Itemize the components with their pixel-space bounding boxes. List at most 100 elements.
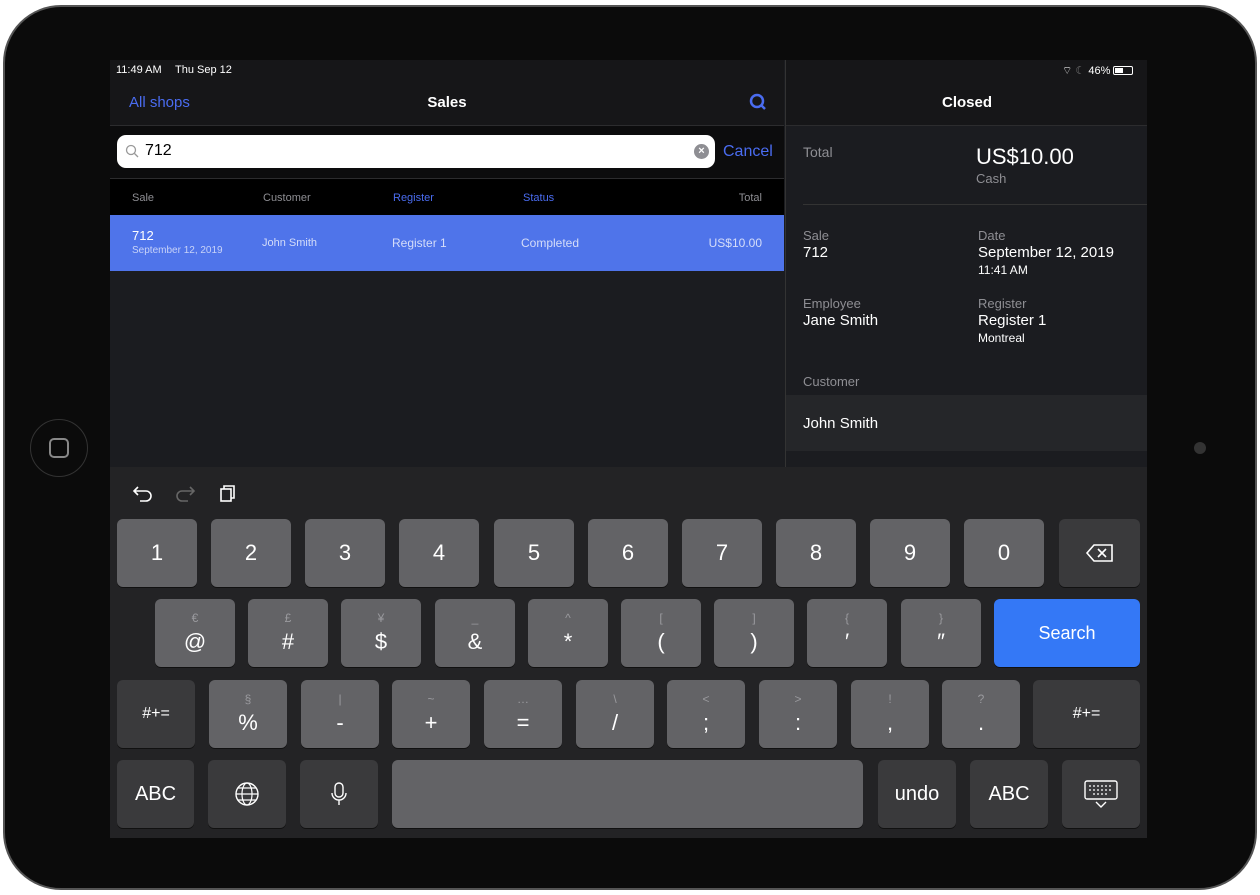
search-filter-icon[interactable] <box>749 93 767 111</box>
key-5[interactable]: 5 <box>494 519 574 587</box>
key-symbol[interactable]: <; <box>667 680 745 748</box>
dictation-key[interactable] <box>300 760 378 828</box>
col-customer[interactable]: Customer <box>263 192 311 204</box>
key-symbol[interactable]: ~ + <box>392 680 470 748</box>
key-alt-label: § <box>244 692 252 706</box>
employee-name: Jane Smith <box>803 312 879 329</box>
table-row[interactable]: 712 September 12, 2019 John Smith Regist… <box>110 215 784 271</box>
customer-name: John Smith <box>803 415 879 432</box>
symbols-key[interactable]: #+= <box>117 680 195 748</box>
key-symbol[interactable]: | - <box>301 680 379 748</box>
row-date: September 12, 2019 <box>132 245 223 256</box>
key-6[interactable]: 6 <box>588 519 668 587</box>
row-status: Completed <box>521 236 580 250</box>
microphone-icon <box>331 782 347 805</box>
key-alt-label: [ <box>659 611 663 625</box>
battery-icon <box>1113 66 1134 75</box>
home-button[interactable] <box>30 419 88 477</box>
key-label: ABC <box>988 782 1030 805</box>
key-2[interactable]: 2 <box>211 519 291 587</box>
key-label: & <box>467 629 483 654</box>
key-label: 2 <box>244 540 258 565</box>
key-symbol[interactable]: [( <box>621 599 701 667</box>
cancel-button[interactable]: Cancel <box>723 143 773 161</box>
search-value: 712 <box>145 142 172 159</box>
key-symbol[interactable]: _ & <box>435 599 515 667</box>
date-label: Date <box>978 228 1006 243</box>
col-sale[interactable]: Sale <box>132 192 154 204</box>
undo-icon[interactable] <box>132 483 154 503</box>
key-label: ″ <box>937 629 945 654</box>
page-title: Sales <box>427 94 467 111</box>
key-0[interactable]: 0 <box>964 519 1044 587</box>
col-total[interactable]: Total <box>739 192 762 204</box>
key-symbol[interactable]: !, <box>851 680 929 748</box>
key-9[interactable]: 9 <box>870 519 950 587</box>
key-alt-label: € <box>191 611 199 625</box>
key-label: . <box>977 710 985 735</box>
sale-detail-pane: ⌔ ☾ 46% Closed Total US$10.00 Cash Sale … <box>785 60 1147 470</box>
row-register: Register 1 <box>392 236 447 250</box>
row-customer: John Smith <box>262 237 318 249</box>
col-register[interactable]: Register <box>393 192 434 204</box>
key-label: / <box>611 710 619 735</box>
customer-label: Customer <box>803 374 860 389</box>
screen: 11:49 AM Thu Sep 12 All shops Sales 712 … <box>110 60 1147 838</box>
key-3[interactable]: 3 <box>305 519 385 587</box>
search-input[interactable]: 712 × <box>117 135 715 168</box>
key-alt-label: ? <box>977 692 985 706</box>
key-symbol[interactable]: ¥ $ <box>341 599 421 667</box>
search-icon <box>125 144 139 158</box>
key-4[interactable]: 4 <box>399 519 479 587</box>
key-symbol[interactable]: >: <box>759 680 837 748</box>
undo-key[interactable]: undo <box>878 760 956 828</box>
key-symbol[interactable]: ^ * <box>528 599 608 667</box>
key-8[interactable]: 8 <box>776 519 856 587</box>
abc-key-right[interactable]: ABC <box>970 760 1048 828</box>
col-status[interactable]: Status <box>523 192 554 204</box>
battery-level: 46% <box>1088 65 1111 77</box>
key-label: , <box>886 710 894 735</box>
table-header: Sale Customer Register Status Total <box>110 178 784 215</box>
key-alt-label: } <box>938 611 943 625</box>
space-key[interactable] <box>392 760 863 828</box>
key-symbol[interactable]: §% <box>209 680 287 748</box>
customer-row[interactable]: John Smith <box>786 395 1147 451</box>
search-key[interactable]: Search <box>994 599 1140 667</box>
clear-search-icon[interactable]: × <box>694 144 709 159</box>
symbols-key-right[interactable]: #+= <box>1033 680 1140 748</box>
wifi-icon: ⌔ <box>1062 65 1073 77</box>
key-symbol[interactable]: £ # <box>248 599 328 667</box>
status-icons: ⌔ ☾ 46% <box>1062 64 1134 78</box>
payment-method: Cash <box>976 171 1007 186</box>
key-symbol[interactable]: ?. <box>942 680 1020 748</box>
abc-key[interactable]: ABC <box>117 760 194 828</box>
key-symbol[interactable]: {′ <box>807 599 887 667</box>
key-label: ABC <box>134 782 177 805</box>
paste-icon[interactable] <box>218 483 238 503</box>
key-symbol[interactable]: \ / <box>576 680 654 748</box>
key-label: # <box>281 629 295 654</box>
key-1[interactable]: 1 <box>117 519 197 587</box>
key-symbol[interactable]: ]) <box>714 599 794 667</box>
key-symbol[interactable]: € @ <box>155 599 235 667</box>
globe-key[interactable] <box>208 760 286 828</box>
key-label: @ <box>183 629 207 654</box>
row-sale: 712 <box>132 228 154 243</box>
backspace-key[interactable] <box>1059 519 1140 587</box>
key-label: #+= <box>142 705 170 722</box>
key-label: = <box>516 710 530 735</box>
key-label: #+= <box>1072 705 1101 722</box>
sale-number: 712 <box>803 244 829 261</box>
key-label: ′ <box>844 629 850 654</box>
key-symbol[interactable]: } ″ <box>901 599 981 667</box>
divider <box>803 204 1147 205</box>
status-time: 11:49 AM <box>116 64 162 76</box>
redo-icon[interactable] <box>174 483 196 503</box>
key-label: % <box>238 710 258 735</box>
key-alt-label: ^ <box>565 611 571 625</box>
key-7[interactable]: 7 <box>682 519 762 587</box>
dismiss-keyboard-key[interactable] <box>1062 760 1140 828</box>
key-label: + <box>424 710 438 735</box>
key-symbol[interactable]: … = <box>484 680 562 748</box>
